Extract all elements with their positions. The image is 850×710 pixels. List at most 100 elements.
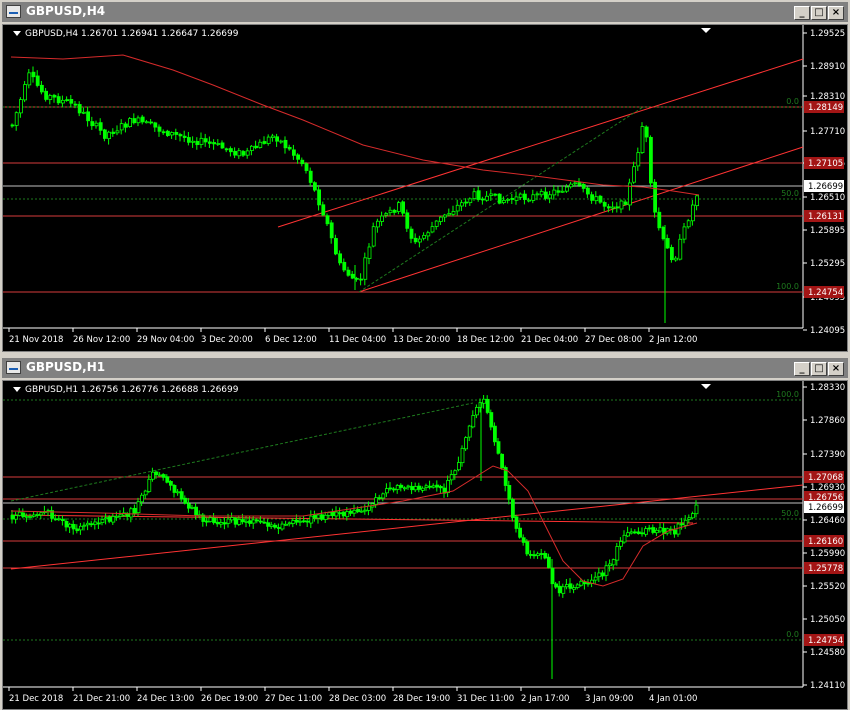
candle-body	[132, 507, 137, 514]
candle-body	[525, 541, 530, 555]
candle-body	[241, 151, 246, 156]
candle-body	[644, 528, 648, 535]
candle-body	[350, 273, 355, 279]
candle-body	[438, 216, 443, 222]
price-chart-h1[interactable]: 1.28330 1.27860 1.27390 1.26930 1.26460 1.259…	[2, 380, 848, 710]
candle-body	[611, 559, 616, 566]
dropdown-triangle-icon[interactable]	[13, 31, 21, 36]
candle-body	[312, 514, 317, 519]
candle-body	[682, 226, 687, 240]
chart-canvas[interactable]: 1.283301.278601.273901.269301.264601.259…	[3, 381, 847, 709]
candle-body	[61, 519, 65, 522]
close-button[interactable]: ×	[828, 362, 844, 376]
dropdown-triangle-icon[interactable]	[13, 387, 21, 392]
chart-window-icon	[6, 5, 21, 18]
candle-body	[510, 498, 515, 518]
candle-body	[115, 130, 120, 134]
candle-body	[380, 215, 385, 222]
close-button[interactable]: ×	[828, 6, 844, 20]
candle-body	[531, 194, 536, 201]
candle-body	[183, 497, 188, 504]
candle-body	[291, 520, 296, 524]
candle-body	[506, 198, 511, 201]
window-titlebar[interactable]: GBPUSD,H1 _ □ ×	[2, 358, 848, 378]
candle-body	[258, 520, 263, 523]
price-tick-label: 1.27710	[810, 127, 845, 137]
fibonacci-level-label: 50.0	[781, 189, 799, 198]
candle-body	[417, 485, 422, 490]
candle-body	[98, 122, 103, 131]
candle-body	[598, 195, 603, 203]
candle-body	[474, 406, 479, 416]
candle-body	[608, 563, 612, 567]
candle-body	[653, 181, 657, 213]
price-level-tag-label: 1.27105	[808, 159, 843, 169]
candle-body	[100, 519, 105, 523]
candle-body	[287, 522, 292, 525]
chart-canvas[interactable]: 1.29525 1.28910 1.28310 1.27710 1.27105 1.265…	[3, 25, 847, 351]
candle-body	[602, 202, 607, 207]
fibonacci-level-label: 0.0	[786, 630, 799, 639]
candle-body	[489, 193, 494, 196]
candle-body	[392, 488, 397, 491]
candle-body	[402, 487, 407, 490]
minimize-button[interactable]: _	[794, 6, 810, 20]
candle-body	[333, 238, 338, 255]
minimize-button[interactable]: _	[794, 362, 810, 376]
chart-window-h1[interactable]: GBPUSD,H1 _ □ × 1.28330 1.27860 1.27390 1.2…	[0, 356, 850, 710]
candle-body	[583, 581, 587, 585]
candle-body	[71, 523, 76, 530]
window-titlebar[interactable]: GBPUSD,H4 _ □ ×	[2, 2, 848, 22]
candle-body	[430, 226, 435, 233]
candle-body	[115, 515, 119, 518]
candle-body	[443, 214, 448, 218]
price-tick-label: 1.25895	[810, 226, 845, 236]
candle-body	[40, 84, 44, 93]
price-tick-label: 1.25990	[810, 549, 845, 559]
time-tick-label: 21 Nov 2018	[9, 335, 63, 345]
candle-body	[320, 514, 325, 520]
candle-body	[359, 278, 364, 281]
price-tick-label: 1.25295	[810, 259, 845, 269]
candle-body	[623, 201, 628, 205]
candle-body	[510, 198, 515, 200]
candle-body	[388, 209, 393, 214]
maximize-button[interactable]: □	[811, 362, 827, 376]
candle-body	[507, 485, 512, 500]
price-level-tag-label: 1.24754	[808, 636, 843, 646]
candle-body	[191, 140, 196, 143]
candle-body	[619, 200, 624, 210]
candle-body	[140, 494, 145, 503]
candle-body	[178, 134, 183, 137]
candle-body	[258, 141, 263, 148]
candle-body	[17, 511, 22, 516]
chart-window-h4[interactable]: GBPUSD,H4 _ □ × 1.29525 1.28910 1.28310 1.2…	[0, 0, 850, 354]
candle-body	[284, 523, 289, 526]
candle-body	[118, 514, 123, 517]
candle-body	[128, 118, 132, 127]
candle-body	[405, 212, 410, 229]
candle-body	[572, 587, 576, 590]
price-chart-h4[interactable]: 1.29525 1.28910 1.28310 1.27710 1.27105 1.265…	[2, 24, 848, 352]
candle-body	[161, 131, 166, 134]
candle-body	[431, 485, 436, 488]
candle-body	[476, 190, 481, 200]
price-tick-label: 1.28310	[810, 92, 845, 102]
candle-body	[395, 485, 400, 490]
candle-body	[409, 228, 414, 239]
candle-body	[226, 518, 231, 524]
candle-body	[300, 159, 305, 165]
candle-body	[374, 497, 379, 505]
candle-body	[182, 135, 187, 138]
candle-body	[447, 213, 452, 216]
candle-body	[338, 512, 343, 515]
candle-body	[410, 486, 415, 491]
candle-body	[140, 116, 145, 123]
candle-body	[172, 484, 177, 493]
candle-body	[392, 209, 397, 213]
candle-body	[262, 141, 267, 144]
maximize-button[interactable]: □	[811, 6, 827, 20]
time-tick-label: 29 Nov 04:00	[137, 335, 194, 345]
candle-body	[94, 122, 99, 127]
candle-body	[619, 541, 623, 547]
